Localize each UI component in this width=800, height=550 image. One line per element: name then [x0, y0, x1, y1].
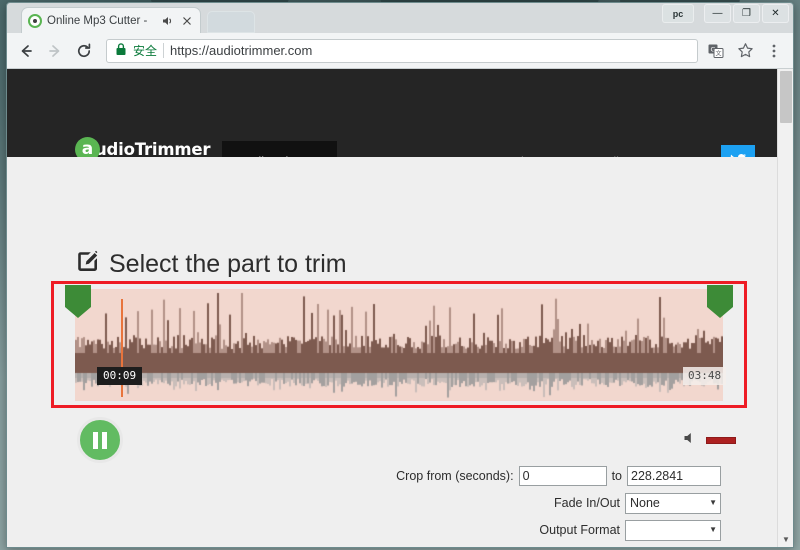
crop-from-input[interactable] — [518, 466, 607, 486]
secure-label: 安全 — [133, 44, 158, 58]
window-controls: pc — ❐ ✕ — [662, 4, 789, 23]
page-scrollbar[interactable]: ▼ — [777, 69, 793, 547]
handle-tip — [65, 307, 91, 318]
audiotrimmer-favicon — [28, 13, 42, 28]
browser-window: Online Mp3 Cutter - pc — ❐ ✕ 安全 https://… — [6, 2, 794, 548]
pause-bar — [93, 431, 98, 449]
address-bar-url: https://audiotrimmer.com — [170, 43, 313, 58]
volume-slider[interactable] — [706, 437, 736, 444]
close-icon[interactable] — [180, 14, 194, 28]
output-format-select[interactable]: ▼ — [625, 519, 721, 541]
current-time-label: 00:09 — [97, 367, 143, 385]
handle-body — [65, 285, 91, 307]
forward-arrow-icon — [44, 40, 66, 62]
address-bar[interactable]: 安全 https://audiotrimmer.com — [106, 38, 698, 63]
trim-handle-left[interactable] — [65, 285, 91, 318]
back-arrow-icon[interactable] — [15, 40, 37, 62]
fade-select-value: None — [630, 496, 660, 510]
fade-row: Fade In/Out None ▼ — [395, 492, 721, 514]
star-icon[interactable] — [734, 40, 756, 62]
close-window-button[interactable]: ✕ — [762, 4, 789, 23]
crop-to-input[interactable] — [627, 466, 721, 486]
lock-icon — [115, 42, 127, 59]
trim-handle-right[interactable] — [707, 285, 733, 318]
edit-square-icon — [75, 249, 100, 279]
pause-icon[interactable] — [77, 417, 123, 463]
handle-body — [707, 285, 733, 307]
crop-to-label: to — [611, 469, 622, 483]
chevron-down-icon[interactable]: ▼ — [778, 532, 793, 546]
format-row: Output Format ▼ — [395, 519, 721, 541]
chevron-down-icon: ▼ — [709, 498, 717, 507]
volume-control[interactable] — [683, 431, 736, 450]
chevron-down-icon: ▼ — [709, 525, 717, 534]
crop-form: Crop from (seconds): to Fade In/Out None… — [395, 466, 721, 547]
waveform-canvas[interactable] — [75, 289, 723, 401]
handle-tip — [707, 307, 733, 318]
fade-label: Fade In/Out — [553, 496, 620, 510]
reload-icon[interactable] — [73, 40, 95, 62]
crop-range-row: Crop from (seconds): to — [395, 466, 721, 486]
format-label: Output Format — [539, 523, 620, 537]
logo-text: udioTrimmer — [95, 139, 211, 159]
crop-from-label: Crop from (seconds): — [396, 469, 514, 483]
page-title-row: Select the part to trim — [75, 249, 347, 279]
total-time-label: 03:48 — [683, 367, 727, 385]
translate-icon[interactable]: G 文 — [705, 40, 727, 62]
omnibox-divider — [163, 43, 165, 58]
svg-text:文: 文 — [715, 49, 721, 57]
pc-badge: pc — [662, 4, 694, 23]
kebab-menu-icon[interactable] — [763, 40, 785, 62]
browser-tab[interactable]: Online Mp3 Cutter - — [21, 7, 201, 33]
scrollbar-thumb[interactable] — [780, 71, 792, 123]
site-header: a udioTrimmer Audio Trimmer Mp3 Converte… — [7, 69, 793, 215]
waveform-display[interactable] — [75, 289, 723, 401]
tab-title: Online Mp3 Cutter - — [47, 14, 148, 27]
speaker-icon[interactable] — [161, 14, 175, 28]
new-tab-button[interactable] — [207, 11, 255, 33]
tab-strip: Online Mp3 Cutter - pc — ❐ ✕ — [7, 3, 793, 33]
maximize-button[interactable]: ❐ — [733, 4, 760, 23]
speaker-icon[interactable] — [683, 431, 699, 450]
pause-bars — [93, 431, 107, 449]
page-title: Select the part to trim — [109, 249, 347, 278]
browser-toolbar: 安全 https://audiotrimmer.com G 文 — [7, 33, 793, 69]
fade-select[interactable]: None ▼ — [625, 492, 721, 514]
pause-bar — [102, 431, 107, 449]
minimize-button[interactable]: — — [704, 4, 731, 23]
page-viewport: a udioTrimmer Audio Trimmer Mp3 Converte… — [7, 69, 793, 547]
